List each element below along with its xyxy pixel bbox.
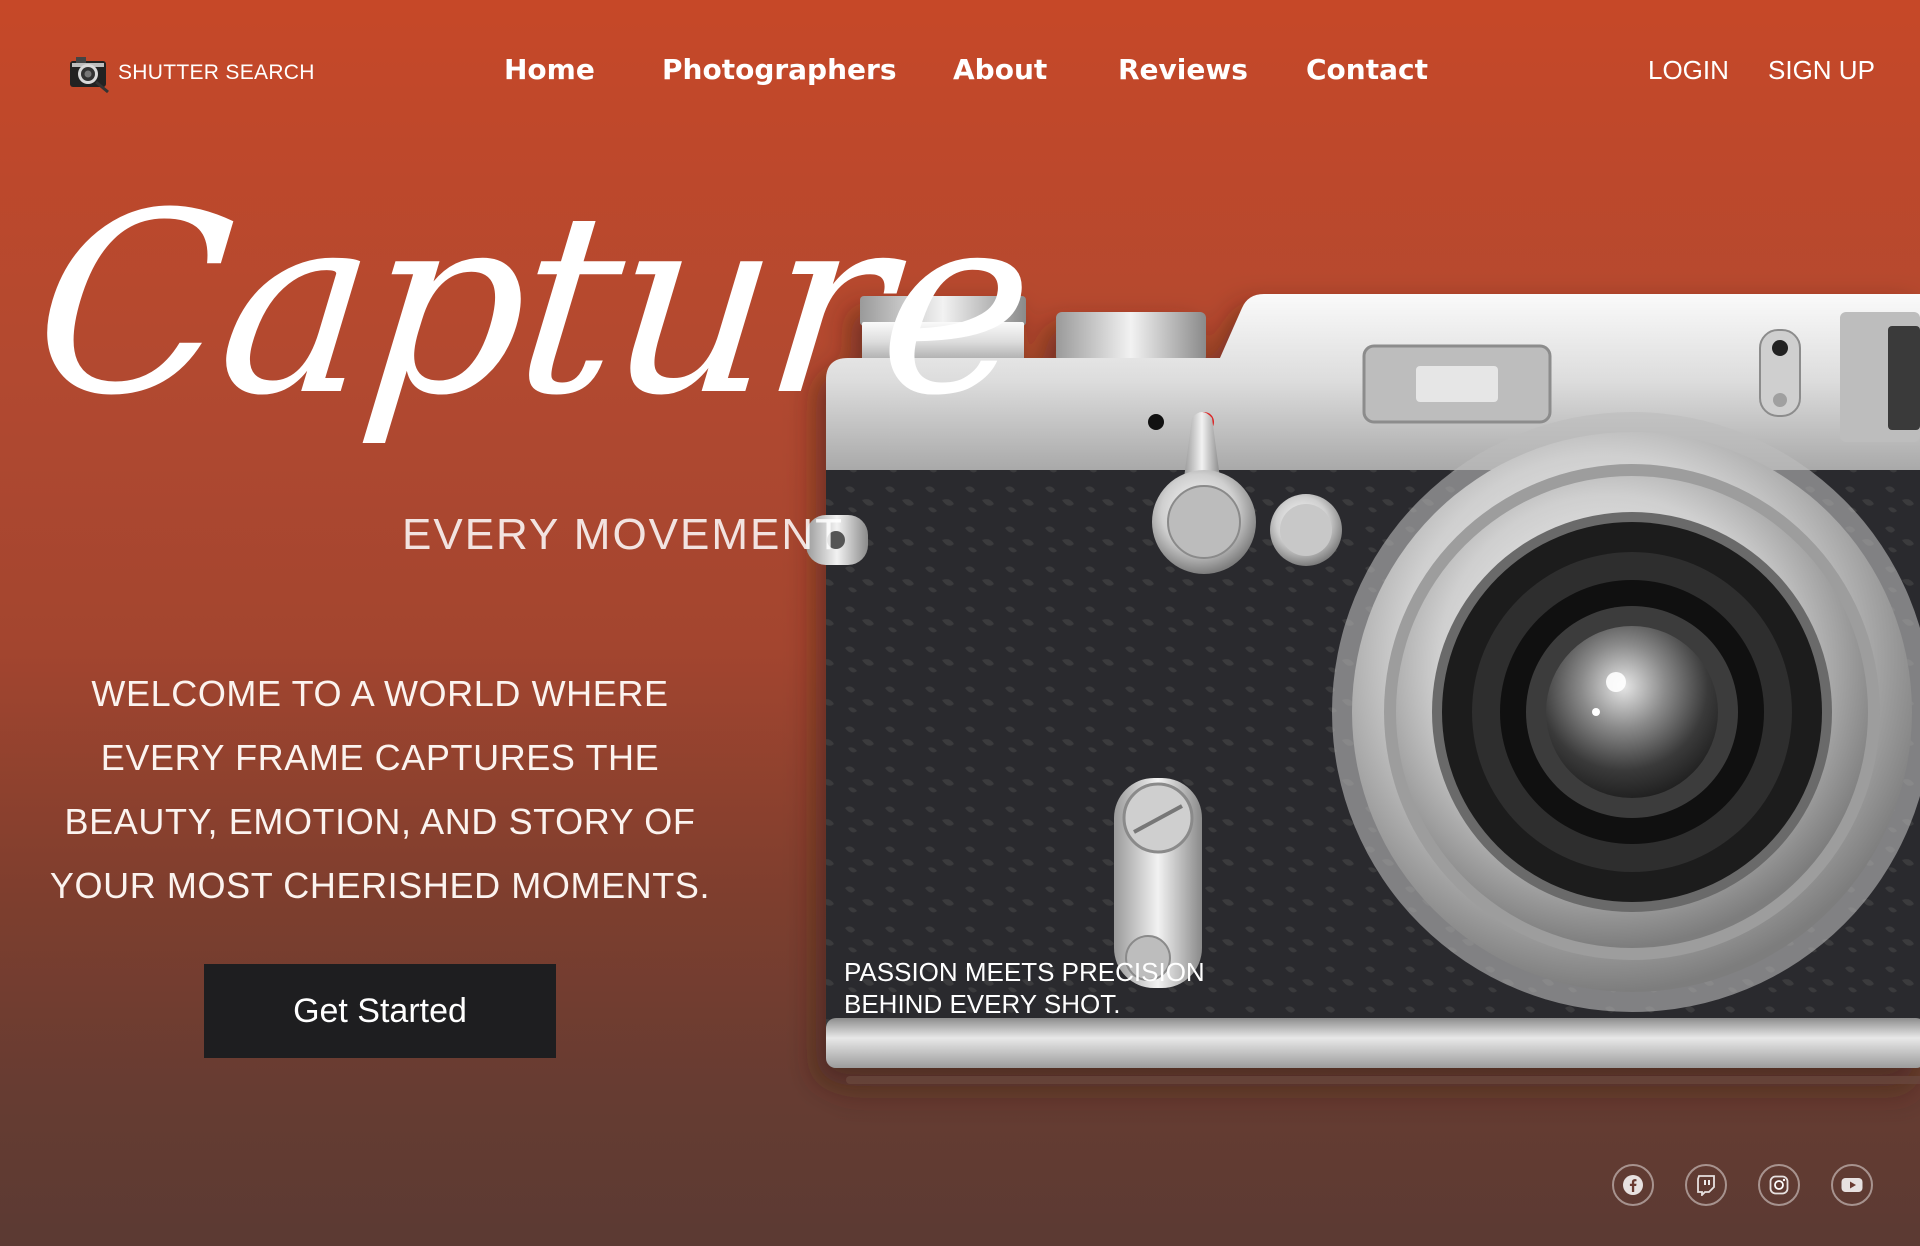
welcome-text: WELCOME TO A WORLD WHERE EVERY FRAME CAP… <box>40 662 720 918</box>
hero-script-title: Capture <box>22 159 1041 450</box>
twitch-link[interactable] <box>1685 1164 1727 1206</box>
camera-caption: PASSION MEETS PRECISION BEHIND EVERY SHO… <box>844 956 1205 1020</box>
welcome-line: YOUR MOST CHERISHED MOMENTS. <box>49 865 711 906</box>
caption-line: BEHIND EVERY SHOT. <box>844 989 1121 1019</box>
welcome-line: BEAUTY, EMOTION, AND STORY OF <box>64 801 696 842</box>
twitch-icon <box>1697 1175 1715 1196</box>
caption-line: PASSION MEETS PRECISION <box>844 957 1205 987</box>
welcome-line: EVERY FRAME CAPTURES THE <box>100 737 660 778</box>
youtube-link[interactable] <box>1831 1164 1873 1206</box>
instagram-link[interactable] <box>1758 1164 1800 1206</box>
instagram-icon <box>1769 1175 1789 1195</box>
get-started-button[interactable]: Get Started <box>204 964 556 1058</box>
hero-subtitle: EVERY MOVEMENT <box>402 510 845 559</box>
welcome-line: WELCOME TO A WORLD WHERE <box>91 673 669 714</box>
facebook-link[interactable] <box>1612 1164 1654 1206</box>
facebook-icon <box>1623 1175 1643 1195</box>
youtube-icon <box>1841 1178 1863 1192</box>
